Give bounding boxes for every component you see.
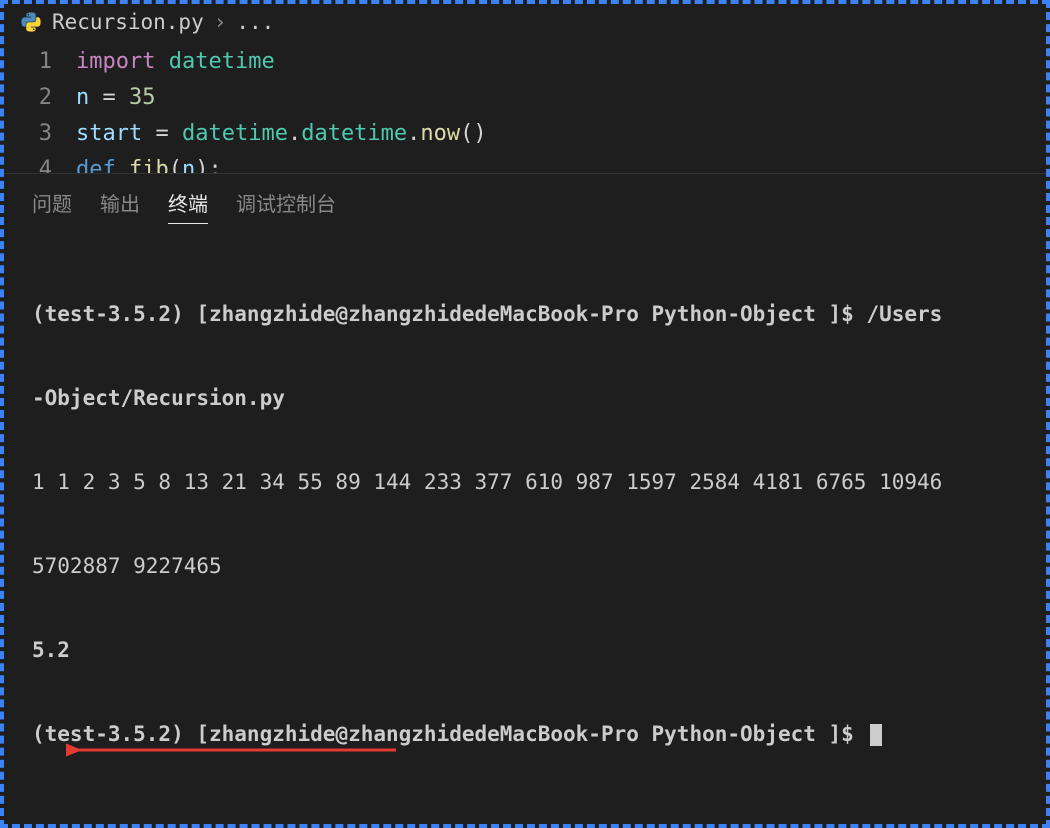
terminal-line: (test-3.5.2) [zhangzhide@zhangzhidedeMac… — [32, 300, 1018, 328]
line-number: 3 — [4, 116, 76, 152]
line-number: 2 — [4, 80, 76, 116]
terminal-line: -Object/Recursion.py — [32, 384, 1018, 412]
terminal-line: 5702887 9227465 — [32, 552, 1018, 580]
code-line[interactable]: n = 35 — [76, 80, 156, 116]
breadcrumb-filename[interactable]: Recursion.py — [52, 10, 204, 34]
tab-problems[interactable]: 问题 — [32, 188, 72, 224]
editor-window: Recursion.py › ... 1 import datetime 2 n… — [0, 0, 1050, 828]
python-icon — [20, 11, 42, 33]
chevron-right-icon: › — [214, 10, 227, 34]
line-number: 4 — [4, 152, 76, 173]
code-editor[interactable]: 1 import datetime 2 n = 35 3 start = dat… — [4, 40, 1046, 173]
terminal-result: 5.2 — [32, 636, 1018, 664]
terminal-cursor — [870, 724, 882, 746]
breadcrumb[interactable]: Recursion.py › ... — [4, 4, 1046, 40]
tab-terminal[interactable]: 终端 — [168, 188, 208, 224]
breadcrumb-rest[interactable]: ... — [236, 10, 274, 34]
code-line[interactable]: import datetime — [76, 44, 275, 80]
code-line[interactable]: start = datetime.datetime.now() — [76, 116, 487, 152]
code-line[interactable]: def fib(n): — [76, 152, 222, 173]
tab-debug-console[interactable]: 调试控制台 — [236, 188, 336, 224]
tab-output[interactable]: 输出 — [100, 188, 140, 224]
terminal-line: 1 1 2 3 5 8 13 21 34 55 89 144 233 377 6… — [32, 468, 1018, 496]
line-number: 1 — [4, 44, 76, 80]
panel-tabs: 问题 输出 终端 调试控制台 — [4, 173, 1046, 234]
terminal-prompt: (test-3.5.2) [zhangzhide@zhangzhidedeMac… — [32, 720, 1018, 748]
terminal-output[interactable]: (test-3.5.2) [zhangzhide@zhangzhidedeMac… — [4, 234, 1046, 824]
